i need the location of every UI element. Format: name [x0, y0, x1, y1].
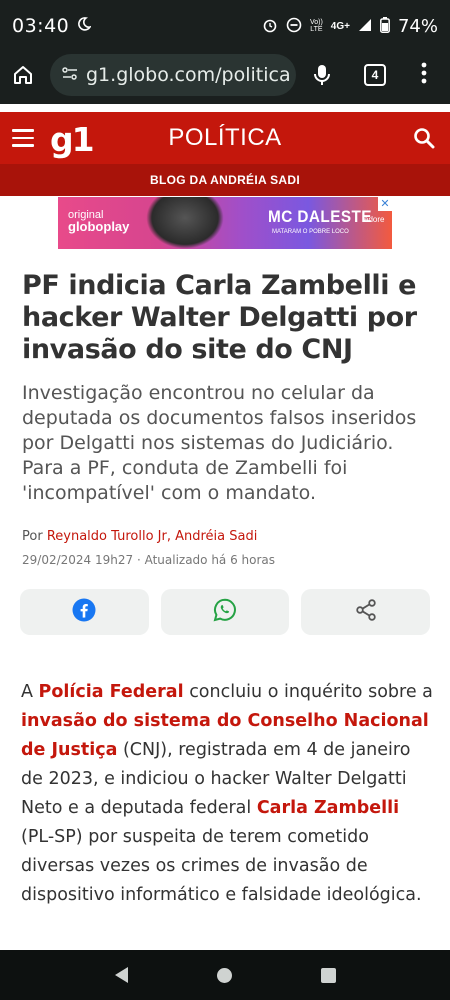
battery-percent: 74% [397, 15, 438, 37]
byline-authors[interactable]: Reynaldo Turollo Jr, Andréia Sadi [47, 529, 258, 544]
publish-date: 29/02/2024 19h27 · Atualizado há 6 horas [22, 553, 276, 567]
back-icon[interactable] [114, 967, 128, 983]
recent-apps-icon[interactable] [320, 967, 336, 983]
share-button[interactable] [301, 589, 431, 635]
home-icon[interactable] [12, 64, 34, 91]
tab-switcher-button[interactable]: 4 [364, 64, 386, 86]
ad-title: MC DALESTE [268, 207, 372, 226]
site-header: g1 POLÍTICA [0, 112, 450, 164]
volte-icon: Vo)) LTE [309, 19, 323, 33]
whatsapp-icon [213, 598, 237, 627]
byline: Por Reynaldo Turollo Jr, Andréia Sadi [22, 529, 257, 544]
more-options-icon[interactable] [418, 62, 430, 84]
moon-icon [77, 17, 92, 35]
search-icon[interactable] [413, 127, 435, 154]
article-subtitle: Investigação encontrou no celular da dep… [22, 382, 417, 504]
whatsapp-share-button[interactable] [160, 589, 290, 635]
network-type: 4G+ [330, 20, 350, 32]
system-nav-bar [0, 950, 450, 1000]
share-bar [20, 589, 431, 635]
address-bar[interactable]: g1.globo.com/politica [50, 54, 296, 96]
ad-brand: original globoplay [68, 209, 130, 234]
facebook-share-button[interactable] [20, 589, 149, 635]
blog-banner[interactable]: BLOG DA ANDRÉIA SADI [0, 164, 450, 196]
ad-image [146, 197, 224, 249]
advertisement-banner[interactable]: original globoplay MC DALESTE MATARAM O P… [58, 197, 392, 249]
home-button-icon[interactable] [216, 967, 232, 983]
facebook-icon [72, 598, 96, 627]
clock: 03:40 [12, 15, 70, 37]
site-settings-icon[interactable] [62, 64, 78, 86]
section-title: POLÍTICA [168, 124, 282, 151]
url-text: g1.globo.com/politica [86, 64, 291, 86]
browser-toolbar: g1.globo.com/politica 4 [0, 52, 450, 104]
alarm-icon [262, 17, 278, 36]
battery-icon [380, 16, 390, 36]
ad-subtitle: MATARAM O POBRE LOCO [272, 229, 349, 235]
signal-icon [358, 18, 372, 35]
article-body: A Polícia Federal concluiu o inquérito s… [21, 682, 433, 905]
byline-prefix: Por [22, 529, 43, 544]
article-headline: PF indicia Carla Zambelli e hacker Walte… [22, 270, 417, 365]
do-not-disturb-icon [286, 17, 302, 36]
link-policia-federal[interactable]: Polícia Federal [39, 682, 184, 702]
link-carla-zambelli[interactable]: Carla Zambelli [257, 798, 399, 818]
ad-close-icon[interactable]: ✕ [378, 197, 392, 211]
microphone-icon[interactable] [312, 63, 332, 92]
share-icon [355, 598, 377, 626]
status-bar: 03:40 Vo)) LTE 4G+ 74% [0, 0, 450, 52]
ad-extra: adore [364, 215, 385, 224]
